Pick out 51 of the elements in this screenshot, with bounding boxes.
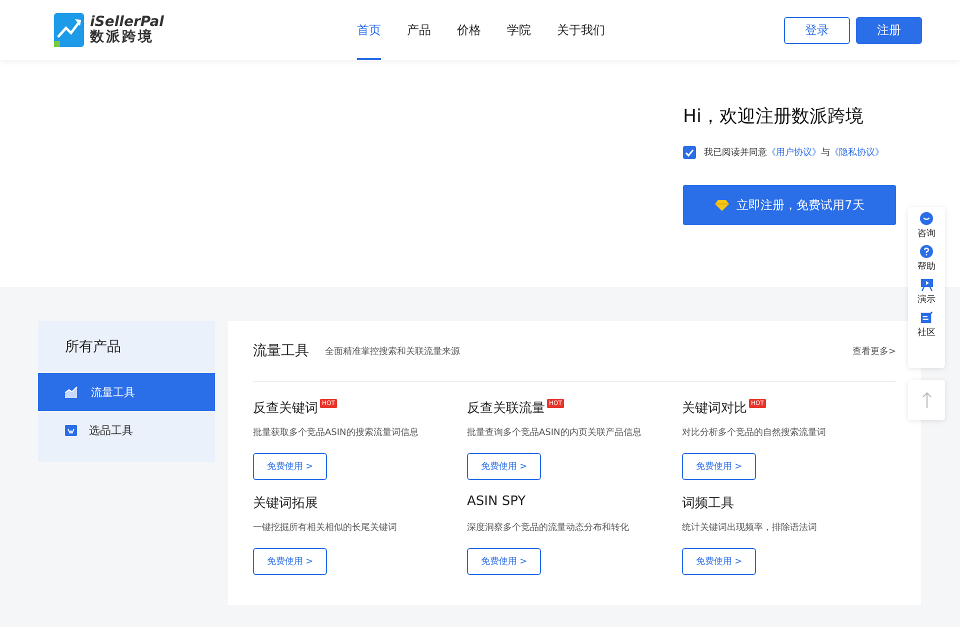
tool-description: 对比分析多个竞品的自然搜索流量词 — [682, 426, 827, 439]
tool-name: 关键词对比 — [682, 400, 747, 417]
sidebar-title: 所有产品 — [64, 338, 122, 357]
free-use-button[interactable]: 免费使用 > — [682, 548, 756, 575]
tool-name: 反查关联流量 — [467, 400, 545, 417]
section-subtitle: 全面精准掌控搜索和关联流量来源 — [325, 346, 460, 358]
tool-description: 批量获取多个竞品ASIN的搜索流量词信息 — [253, 426, 420, 439]
edit-note-icon — [920, 311, 933, 324]
sidebar-item[interactable]: 流量工具 — [38, 373, 215, 411]
register-trial-button[interactable]: 立即注册，免费试用7天 — [683, 185, 896, 225]
free-use-button[interactable]: 免费使用 > — [253, 453, 327, 480]
tool-name: 反查关键词 — [253, 400, 318, 417]
free-use-button[interactable]: 免费使用 > — [467, 453, 541, 480]
free-use-button[interactable]: 免费使用 > — [467, 548, 541, 575]
free-use-button[interactable]: 免费使用 > — [253, 548, 327, 575]
tool-name: 关键词拓展 — [253, 495, 318, 512]
tool-description: 深度洞察多个竞品的流量动态分布和转化 — [467, 522, 630, 534]
free-use-button[interactable]: 免费使用 > — [682, 453, 756, 480]
float-menu-item[interactable]: 社区 — [918, 311, 936, 339]
privacy-agreement-link[interactable]: 《隐私协议》 — [830, 148, 884, 158]
nav-link[interactable]: 关于我们 — [557, 0, 605, 60]
help-icon — [920, 245, 933, 258]
diamond-icon — [714, 200, 729, 210]
tool-name: ASIN SPY — [467, 494, 526, 509]
chat-icon — [920, 212, 933, 225]
logo-chinese-name: 数派跨境 — [90, 30, 155, 46]
arrow-up-icon — [922, 392, 932, 408]
nav-link[interactable]: 学院 — [507, 0, 531, 60]
more-link[interactable]: 查看更多> — [852, 344, 896, 358]
nav-link[interactable]: 价格 — [457, 0, 481, 60]
float-menu-item[interactable]: 演示 — [918, 278, 936, 306]
tool-name: 词频工具 — [682, 495, 734, 512]
sidebar-item[interactable]: 选品工具 — [38, 411, 215, 449]
logo-icon — [54, 13, 84, 47]
register-button[interactable]: 注册 — [856, 16, 922, 44]
agreement-text: 我已阅读并同意《用户协议》与《隐私协议》 — [704, 146, 884, 159]
logo-name: iSellerPal — [90, 14, 164, 30]
user-agreement-link[interactable]: 《用户协议》 — [767, 148, 821, 158]
login-button[interactable]: 登录 — [784, 16, 850, 44]
presentation-icon — [920, 278, 934, 291]
float-menu-item[interactable]: 帮助 — [918, 245, 936, 273]
agree-checkbox[interactable] — [683, 146, 696, 159]
section-title: 流量工具 — [253, 342, 309, 360]
welcome-title: Hi，欢迎注册数派跨境 — [683, 105, 865, 128]
tool-description: 统计关键词出现频率，排除语法词 — [682, 522, 818, 534]
tool-description: 批量查询多个竞品ASIN的内页关联产品信息 — [467, 426, 642, 439]
nav-link[interactable]: 首页 — [357, 0, 381, 60]
chart-icon — [65, 386, 79, 398]
tool-description: 一键挖掘所有相关相似的长尾关键词 — [253, 522, 398, 534]
float-menu-item[interactable]: 咨询 — [918, 212, 936, 240]
nav-link[interactable]: 产品 — [407, 0, 431, 60]
